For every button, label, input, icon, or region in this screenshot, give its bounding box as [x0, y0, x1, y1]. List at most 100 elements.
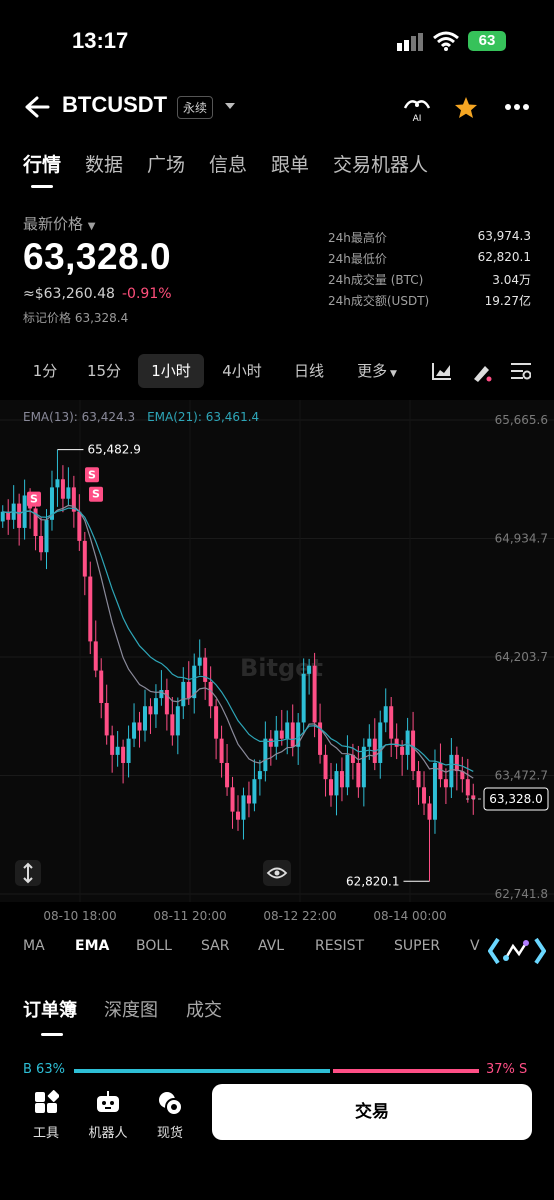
nav-tools[interactable]: 工具	[18, 1090, 74, 1141]
interval-1d[interactable]: 日线	[284, 354, 334, 388]
time-axis-label: 08-14 00:00	[373, 909, 446, 923]
interval-15m[interactable]: 15分	[80, 354, 128, 388]
candle-body	[110, 735, 115, 755]
candle-body	[471, 795, 476, 799]
candle-body	[104, 702, 109, 736]
sell-ratio-bar	[333, 1069, 479, 1073]
candle-body	[60, 479, 65, 499]
ai-assistant-button[interactable]: AI	[402, 96, 432, 124]
candle-body	[361, 746, 366, 788]
orderbook-tab-indicator	[41, 1033, 63, 1036]
candle-body	[159, 690, 164, 699]
stat-turnover-value: 19.27亿	[484, 294, 531, 308]
candle-body	[230, 787, 235, 812]
candle-body	[88, 576, 93, 642]
candle-body	[132, 722, 137, 739]
eye-icon-pupil	[274, 870, 280, 876]
stat-high-value: 63,974.3	[477, 229, 531, 243]
indicator-v[interactable]: V	[470, 938, 480, 954]
latest-price-label[interactable]: 最新价格 ▼	[23, 213, 96, 234]
candle-body	[66, 487, 71, 499]
back-arrow-icon[interactable]	[24, 95, 50, 119]
candle-body	[39, 536, 44, 553]
last-price: 63,328.0	[23, 236, 172, 277]
candle-body	[378, 722, 383, 763]
candle-body	[345, 754, 350, 788]
bottom-action-bar: 工具 机器人 现货 交易	[0, 1080, 554, 1200]
indicator-sar[interactable]: SAR	[201, 938, 229, 954]
candle-body	[197, 657, 202, 666]
interval-1m[interactable]: 1分	[24, 354, 66, 388]
candle-body	[449, 754, 454, 788]
tab-info[interactable]: 信息	[209, 150, 247, 177]
chevron-down-icon[interactable]	[224, 101, 236, 111]
candle-body	[389, 706, 394, 739]
symbol-title[interactable]: BTCUSDT	[62, 92, 167, 118]
price-axis-label: 64,934.7	[495, 531, 548, 545]
trade-button[interactable]: 交易	[212, 1084, 532, 1140]
candle-body	[285, 722, 290, 739]
candle-body	[219, 738, 224, 763]
more-options-icon[interactable]	[505, 104, 529, 110]
ema21-label: EMA(21): 63,461.4	[147, 410, 260, 424]
tab-copy-trade[interactable]: 跟单	[271, 150, 309, 177]
candle-body	[323, 754, 328, 780]
candle-body	[225, 762, 230, 788]
candle-body	[438, 762, 443, 780]
candle-body	[334, 771, 339, 796]
chart-settings-icon[interactable]	[511, 362, 531, 380]
buy-ratio: B 63%	[23, 1062, 65, 1077]
price-axis-label: 63,472.7	[495, 769, 548, 783]
drawing-tool-icon[interactable]	[471, 362, 493, 382]
kline-chart[interactable]: 65,665.6 64,934.7 64,203.7 63,472.7 62,741.8…	[0, 400, 554, 923]
tab-data[interactable]: 数据	[85, 150, 123, 177]
candle-body	[126, 738, 131, 763]
price-axis-label: 64,203.7	[495, 650, 548, 664]
candle-body	[312, 665, 317, 723]
candle-body	[99, 670, 104, 703]
time-axis-label: 08-10 18:00	[43, 909, 116, 923]
candle-body	[422, 787, 427, 804]
indicator-ai-icon[interactable]	[488, 934, 546, 968]
caret-down-icon: ▼	[387, 369, 397, 379]
interval-more[interactable]: 更多 ▼	[346, 354, 408, 388]
favorite-star-icon[interactable]	[454, 96, 478, 119]
ai-label: AI	[412, 114, 422, 124]
ema13-line	[2, 504, 474, 779]
interval-4h[interactable]: 4小时	[214, 354, 270, 388]
approx-usd-price: ≈$63,260.48	[23, 286, 115, 302]
candle-body	[465, 779, 470, 796]
indicator-resist[interactable]: RESIST	[315, 938, 364, 954]
candle-body	[405, 730, 410, 755]
spot-icon	[159, 1092, 183, 1116]
tab-orderbook[interactable]: 订单簿	[23, 996, 77, 1022]
nav-spot[interactable]: 现货	[142, 1090, 198, 1141]
tab-market[interactable]: 行情	[23, 150, 61, 177]
indicator-boll[interactable]: BOLL	[136, 938, 172, 954]
stat-high-label: 24h最高价	[328, 231, 387, 245]
tab-trades[interactable]: 成交	[186, 996, 222, 1022]
indicator-super[interactable]: SUPER	[394, 938, 440, 954]
chart-type-icon[interactable]	[432, 362, 452, 380]
interval-1h[interactable]: 1小时	[138, 354, 204, 388]
interval-bar: 1分 15分 1小时 4小时 日线 更多 ▼	[0, 354, 554, 390]
candle-body	[44, 519, 49, 553]
indicator-ma[interactable]: MA	[23, 938, 45, 954]
low-price-label: 62,820.1	[346, 874, 399, 888]
candle-body	[0, 511, 5, 522]
tab-trading-bot[interactable]: 交易机器人	[333, 150, 428, 177]
candle-body	[443, 779, 448, 788]
buy-ratio-bar	[74, 1069, 330, 1073]
stat-low-label: 24h最低价	[328, 252, 387, 266]
sell-signal-label: S	[30, 493, 38, 506]
indicator-avl[interactable]: AVL	[258, 938, 284, 954]
nav-robot[interactable]: 机器人	[80, 1090, 136, 1141]
candle-body	[274, 730, 279, 747]
candle-body	[236, 811, 240, 820]
tab-square[interactable]: 广场	[147, 150, 185, 177]
tab-depth-chart[interactable]: 深度图	[104, 996, 158, 1022]
stat-turnover-label: 24h成交额(USDT)	[328, 294, 430, 308]
indicator-ema[interactable]: EMA	[75, 938, 109, 954]
candle-body	[427, 803, 432, 820]
candle-body	[203, 657, 208, 682]
